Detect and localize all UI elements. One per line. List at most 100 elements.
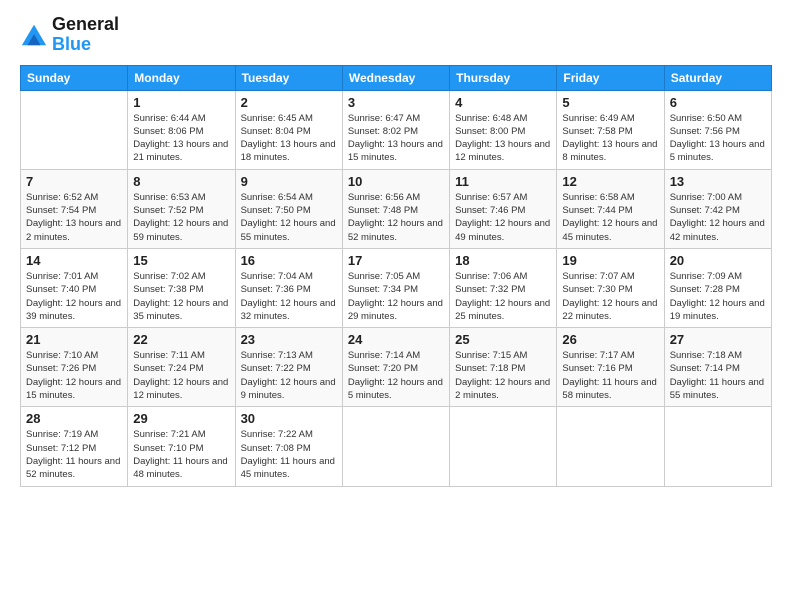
day-number: 26 [562, 332, 658, 347]
week-row-2: 7 Sunrise: 6:52 AMSunset: 7:54 PMDaylight… [21, 169, 772, 248]
day-number: 20 [670, 253, 766, 268]
weekday-header-saturday: Saturday [664, 65, 771, 90]
calendar-cell: 19 Sunrise: 7:07 AMSunset: 7:30 PMDayligh… [557, 248, 664, 327]
day-number: 22 [133, 332, 229, 347]
day-info: Sunrise: 7:09 AMSunset: 7:28 PMDaylight:… [670, 270, 766, 323]
calendar-cell: 28 Sunrise: 7:19 AMSunset: 7:12 PMDayligh… [21, 407, 128, 486]
day-info: Sunrise: 7:18 AMSunset: 7:14 PMDaylight:… [670, 349, 766, 402]
day-number: 18 [455, 253, 551, 268]
calendar-cell: 20 Sunrise: 7:09 AMSunset: 7:28 PMDayligh… [664, 248, 771, 327]
day-number: 8 [133, 174, 229, 189]
day-info: Sunrise: 7:19 AMSunset: 7:12 PMDaylight:… [26, 428, 122, 481]
calendar-cell: 14 Sunrise: 7:01 AMSunset: 7:40 PMDayligh… [21, 248, 128, 327]
page: General Blue SundayMondayTuesdayWednesda… [0, 0, 792, 612]
calendar-cell: 2 Sunrise: 6:45 AMSunset: 8:04 PMDaylight… [235, 90, 342, 169]
day-number: 13 [670, 174, 766, 189]
calendar-cell: 9 Sunrise: 6:54 AMSunset: 7:50 PMDaylight… [235, 169, 342, 248]
day-info: Sunrise: 7:14 AMSunset: 7:20 PMDaylight:… [348, 349, 444, 402]
calendar-cell: 10 Sunrise: 6:56 AMSunset: 7:48 PMDayligh… [342, 169, 449, 248]
day-info: Sunrise: 6:45 AMSunset: 8:04 PMDaylight:… [241, 112, 337, 165]
day-info: Sunrise: 7:04 AMSunset: 7:36 PMDaylight:… [241, 270, 337, 323]
day-info: Sunrise: 6:58 AMSunset: 7:44 PMDaylight:… [562, 191, 658, 244]
day-number: 29 [133, 411, 229, 426]
calendar-cell [342, 407, 449, 486]
calendar-cell: 21 Sunrise: 7:10 AMSunset: 7:26 PMDayligh… [21, 328, 128, 407]
day-number: 24 [348, 332, 444, 347]
calendar-cell: 26Sunrise: 7:17 AMSunset: 7:16 PMDayligh… [557, 328, 664, 407]
weekday-header-friday: Friday [557, 65, 664, 90]
day-number: 17 [348, 253, 444, 268]
day-info: Sunrise: 6:50 AMSunset: 7:56 PMDaylight:… [670, 112, 766, 165]
day-number: 3 [348, 95, 444, 110]
day-info: Sunrise: 7:22 AMSunset: 7:08 PMDaylight:… [241, 428, 337, 481]
calendar-cell [557, 407, 664, 486]
calendar-cell: 27 Sunrise: 7:18 AMSunset: 7:14 PMDayligh… [664, 328, 771, 407]
day-info: Sunrise: 6:49 AMSunset: 7:58 PMDaylight:… [562, 112, 658, 165]
day-number: 14 [26, 253, 122, 268]
calendar-cell: 29Sunrise: 7:21 AMSunset: 7:10 PMDayligh… [128, 407, 235, 486]
week-row-5: 28 Sunrise: 7:19 AMSunset: 7:12 PMDayligh… [21, 407, 772, 486]
day-number: 7 [26, 174, 122, 189]
day-number: 11 [455, 174, 551, 189]
calendar-cell [450, 407, 557, 486]
day-number: 2 [241, 95, 337, 110]
calendar-cell: 3 Sunrise: 6:47 AMSunset: 8:02 PMDaylight… [342, 90, 449, 169]
day-number: 6 [670, 95, 766, 110]
day-number: 21 [26, 332, 122, 347]
header: General Blue [20, 15, 772, 55]
day-number: 19 [562, 253, 658, 268]
logo-icon [20, 21, 48, 49]
day-info: Sunrise: 7:01 AMSunset: 7:40 PMDaylight:… [26, 270, 122, 323]
calendar-cell: 12 Sunrise: 6:58 AMSunset: 7:44 PMDayligh… [557, 169, 664, 248]
weekday-header-thursday: Thursday [450, 65, 557, 90]
day-number: 5 [562, 95, 658, 110]
day-info: Sunrise: 6:52 AMSunset: 7:54 PMDaylight:… [26, 191, 122, 244]
calendar: SundayMondayTuesdayWednesdayThursdayFrid… [20, 65, 772, 487]
calendar-cell: 7 Sunrise: 6:52 AMSunset: 7:54 PMDaylight… [21, 169, 128, 248]
weekday-header-row: SundayMondayTuesdayWednesdayThursdayFrid… [21, 65, 772, 90]
weekday-header-tuesday: Tuesday [235, 65, 342, 90]
calendar-cell: 18Sunrise: 7:06 AMSunset: 7:32 PMDayligh… [450, 248, 557, 327]
calendar-cell: 15 Sunrise: 7:02 AMSunset: 7:38 PMDayligh… [128, 248, 235, 327]
day-number: 4 [455, 95, 551, 110]
day-number: 16 [241, 253, 337, 268]
day-number: 30 [241, 411, 337, 426]
day-number: 9 [241, 174, 337, 189]
day-number: 10 [348, 174, 444, 189]
day-info: Sunrise: 6:44 AMSunset: 8:06 PMDaylight:… [133, 112, 229, 165]
day-number: 12 [562, 174, 658, 189]
day-number: 28 [26, 411, 122, 426]
day-number: 25 [455, 332, 551, 347]
calendar-cell: 25 Sunrise: 7:15 AMSunset: 7:18 PMDayligh… [450, 328, 557, 407]
calendar-cell: 17 Sunrise: 7:05 AMSunset: 7:34 PMDayligh… [342, 248, 449, 327]
calendar-cell: 30 Sunrise: 7:22 AMSunset: 7:08 PMDayligh… [235, 407, 342, 486]
day-number: 27 [670, 332, 766, 347]
calendar-cell: 6 Sunrise: 6:50 AMSunset: 7:56 PMDaylight… [664, 90, 771, 169]
day-info: Sunrise: 7:00 AMSunset: 7:42 PMDaylight:… [670, 191, 766, 244]
calendar-cell: 24 Sunrise: 7:14 AMSunset: 7:20 PMDayligh… [342, 328, 449, 407]
day-info: Sunrise: 6:54 AMSunset: 7:50 PMDaylight:… [241, 191, 337, 244]
weekday-header-wednesday: Wednesday [342, 65, 449, 90]
day-info: Sunrise: 7:10 AMSunset: 7:26 PMDaylight:… [26, 349, 122, 402]
weekday-header-monday: Monday [128, 65, 235, 90]
day-info: Sunrise: 7:02 AMSunset: 7:38 PMDaylight:… [133, 270, 229, 323]
day-number: 15 [133, 253, 229, 268]
logo-text: General Blue [52, 15, 119, 55]
day-info: Sunrise: 7:11 AMSunset: 7:24 PMDaylight:… [133, 349, 229, 402]
calendar-cell: 16 Sunrise: 7:04 AMSunset: 7:36 PMDayligh… [235, 248, 342, 327]
calendar-cell [21, 90, 128, 169]
day-info: Sunrise: 7:07 AMSunset: 7:30 PMDaylight:… [562, 270, 658, 323]
day-info: Sunrise: 6:47 AMSunset: 8:02 PMDaylight:… [348, 112, 444, 165]
calendar-cell: 11Sunrise: 6:57 AMSunset: 7:46 PMDayligh… [450, 169, 557, 248]
day-info: Sunrise: 6:48 AMSunset: 8:00 PMDaylight:… [455, 112, 551, 165]
week-row-4: 21 Sunrise: 7:10 AMSunset: 7:26 PMDayligh… [21, 328, 772, 407]
calendar-cell: 13 Sunrise: 7:00 AMSunset: 7:42 PMDayligh… [664, 169, 771, 248]
day-info: Sunrise: 7:13 AMSunset: 7:22 PMDaylight:… [241, 349, 337, 402]
weekday-header-sunday: Sunday [21, 65, 128, 90]
day-info: Sunrise: 7:05 AMSunset: 7:34 PMDaylight:… [348, 270, 444, 323]
calendar-cell: 1 Sunrise: 6:44 AMSunset: 8:06 PMDaylight… [128, 90, 235, 169]
day-info: Sunrise: 7:15 AMSunset: 7:18 PMDaylight:… [455, 349, 551, 402]
logo: General Blue [20, 15, 119, 55]
day-number: 1 [133, 95, 229, 110]
day-info: Sunrise: 6:56 AMSunset: 7:48 PMDaylight:… [348, 191, 444, 244]
